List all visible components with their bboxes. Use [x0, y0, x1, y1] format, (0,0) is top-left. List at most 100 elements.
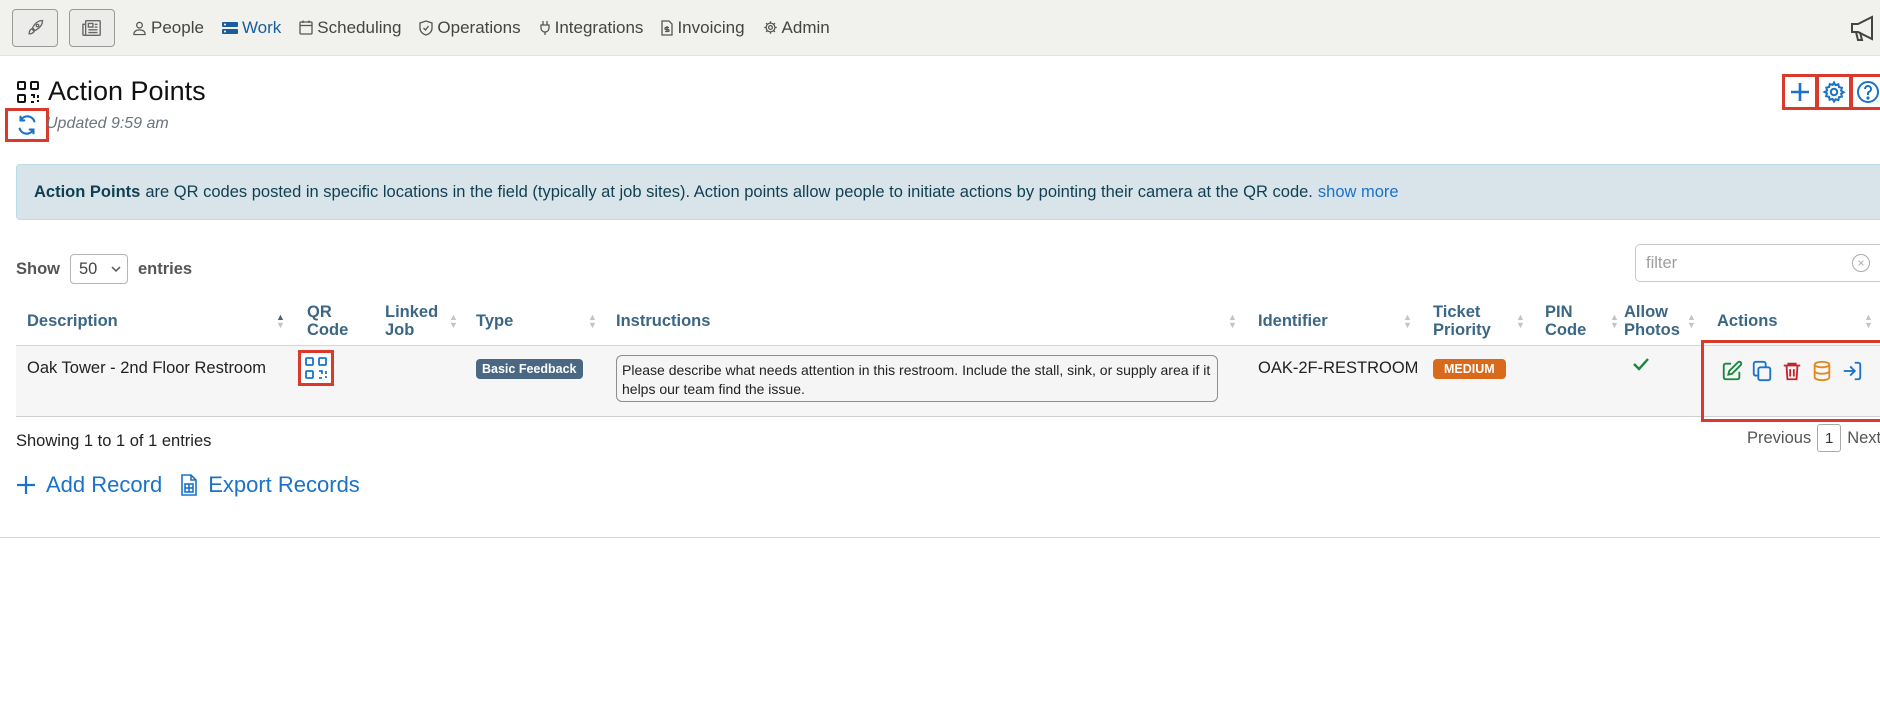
showing-count: Showing 1 to 1 of 1 entries [16, 432, 212, 450]
footer-actions: Add Record Export Records [16, 472, 378, 498]
entries-label: entries [138, 259, 193, 278]
col-qr-code[interactable]: QR Code [307, 296, 348, 346]
nav-operations-label: Operations [437, 17, 521, 37]
plug-icon [539, 20, 550, 35]
nav-admin-label: Admin [781, 17, 830, 37]
row-identifier: OAK-2F-RESTROOM [1258, 359, 1419, 377]
sign-in-icon [1843, 361, 1862, 381]
refresh-icon [18, 115, 36, 135]
settings-button[interactable] [1816, 74, 1852, 110]
table-header: Description ▲ ▼ QR Code Linked Job ▲ ▼ Type … [16, 296, 1880, 346]
chevron-down-icon [111, 265, 121, 272]
clear-filter-icon[interactable]: × [1852, 254, 1870, 272]
sort-icon: ▲ ▼ [1403, 312, 1412, 330]
megaphone-icon [1851, 15, 1873, 41]
nav-work-label: Work [241, 17, 282, 37]
announcements-button[interactable] [1848, 14, 1878, 47]
stack-icon [221, 21, 238, 34]
divider [0, 537, 1880, 538]
page-header: Action Points [16, 76, 206, 107]
nav-integrations[interactable]: Integrations [539, 17, 644, 38]
news-button[interactable] [69, 8, 115, 47]
invoice-icon [661, 19, 674, 36]
plus-icon [17, 476, 35, 494]
pagination: Previous 1 Next [1747, 424, 1880, 452]
nav-scheduling[interactable]: Scheduling [299, 18, 401, 38]
database-icon [1813, 360, 1831, 382]
col-instructions[interactable]: Instructions [616, 296, 710, 346]
show-label: Show [16, 259, 60, 278]
updated-timestamp: Updated 9:59 am [46, 115, 169, 132]
help-icon [1857, 81, 1879, 103]
sort-icon: ▲ ▼ [1610, 312, 1619, 330]
delete-button[interactable] [1781, 360, 1803, 387]
nav-people[interactable]: People [132, 18, 204, 38]
col-type[interactable]: Type [476, 296, 513, 346]
top-navbar: People Work Scheduling Operations Integr… [0, 0, 1880, 56]
col-identifier[interactable]: Identifier [1258, 296, 1328, 346]
qr-code-button[interactable] [298, 350, 334, 386]
previous-button[interactable]: Previous [1747, 429, 1811, 448]
row-description: Oak Tower - 2nd Floor Restroom [27, 359, 267, 377]
info-banner: Action Points are QR codes posted in spe… [16, 164, 1880, 220]
col-allow-photos[interactable]: Allow Photos [1624, 296, 1680, 346]
rocket-icon [28, 19, 44, 35]
calendar-icon [299, 20, 313, 35]
edit-icon [1722, 360, 1743, 381]
instructions-text: Please describe what needs attention in … [616, 355, 1218, 402]
priority-badge: MEDIUM [1433, 359, 1506, 379]
qr-code-icon [17, 80, 39, 103]
spreadsheet-icon [181, 474, 197, 496]
sort-icon: ▲ ▼ [1228, 312, 1237, 330]
gear-icon [763, 21, 777, 34]
refresh-button[interactable] [5, 108, 49, 142]
newspaper-icon [82, 19, 101, 36]
export-records-button[interactable]: Export Records [180, 472, 360, 498]
sort-icon: ▲ ▼ [1687, 312, 1696, 330]
type-badge: Basic Feedback [476, 359, 583, 379]
database-button[interactable] [1811, 360, 1833, 387]
info-bold: Action Points [34, 182, 141, 201]
check-icon [1632, 356, 1650, 377]
col-description[interactable]: Description [27, 296, 118, 346]
col-ticket-priority[interactable]: Ticket Priority [1433, 296, 1491, 346]
sort-icon: ▲ ▼ [588, 312, 597, 330]
plus-icon [1791, 83, 1809, 101]
edit-button[interactable] [1721, 360, 1743, 387]
col-linked-job[interactable]: Linked Job [385, 296, 438, 346]
show-more-link[interactable]: show more [1318, 183, 1399, 202]
person-icon [133, 21, 146, 35]
sort-icon: ▲ ▼ [1516, 312, 1525, 330]
add-button[interactable] [1782, 74, 1818, 110]
launch-button[interactable] [12, 8, 58, 47]
col-pin-code[interactable]: PIN Code [1545, 296, 1586, 346]
entries-select[interactable]: 50 [70, 254, 128, 284]
add-record-button[interactable]: Add Record [16, 472, 162, 498]
copy-icon [1752, 360, 1772, 382]
page-1-button[interactable]: 1 [1817, 424, 1842, 452]
nav-invoicing[interactable]: Invoicing [661, 17, 745, 38]
nav-integrations-label: Integrations [554, 17, 644, 37]
nav-operations[interactable]: Operations [419, 17, 521, 38]
gear-icon [1822, 80, 1846, 104]
add-record-label: Add Record [46, 472, 163, 497]
nav-invoicing-label: Invoicing [677, 17, 745, 37]
help-button[interactable] [1850, 74, 1880, 110]
nav-work[interactable]: Work [221, 17, 282, 38]
nav-admin[interactable]: Admin [763, 18, 830, 38]
show-entries: Show 50 entries [16, 254, 192, 284]
next-button[interactable]: Next [1847, 429, 1880, 448]
info-text: are QR codes posted in specific location… [145, 182, 1313, 201]
main-nav: People Work Scheduling Operations Integr… [132, 18, 848, 38]
sort-icon: ▲ ▼ [1864, 312, 1873, 330]
filter-input[interactable]: filter [1635, 244, 1880, 282]
qr-code-icon [305, 357, 327, 379]
col-actions: Actions [1717, 312, 1778, 330]
copy-button[interactable] [1751, 360, 1773, 387]
open-button[interactable] [1841, 360, 1863, 387]
export-records-label: Export Records [208, 472, 360, 497]
nav-people-label: People [151, 17, 204, 37]
entries-value: 50 [79, 259, 98, 278]
page-title: Action Points [48, 76, 206, 106]
nav-scheduling-label: Scheduling [317, 17, 402, 37]
